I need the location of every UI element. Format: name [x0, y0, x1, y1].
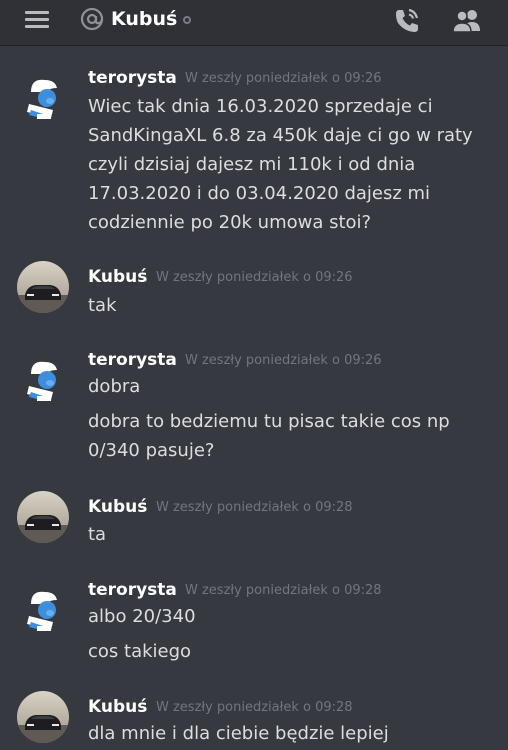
- message-author[interactable]: Kubuś: [88, 697, 147, 717]
- message-author[interactable]: terorysta: [88, 580, 177, 600]
- smurf-avatar[interactable]: [17, 74, 69, 126]
- car-avatar[interactable]: [17, 261, 69, 313]
- message-text: ta: [88, 524, 107, 545]
- members-icon[interactable]: [451, 7, 483, 35]
- smurf-avatar-image: [17, 586, 69, 638]
- message-timestamp: W zeszły poniedziałek o 09:26: [185, 71, 382, 86]
- message-text: 17.03.2020 i do 03.04.2020 dajesz mi: [88, 183, 431, 204]
- message-timestamp: W zeszły poniedziałek o 09:26: [156, 270, 353, 285]
- smurf-avatar-image: [17, 74, 69, 126]
- message-text: tak: [88, 295, 117, 316]
- chat-message: terorysta W zeszły poniedziałek o 09:28 …: [0, 580, 508, 670]
- chat-message: terorysta W zeszły poniedziałek o 09:26 …: [0, 68, 508, 238]
- message-text: dobra: [88, 376, 141, 397]
- car-avatar-image: [17, 261, 69, 313]
- message-timestamp: W zeszły poniedziałek o 09:26: [185, 353, 382, 368]
- message-author[interactable]: terorysta: [88, 350, 177, 370]
- message-text: dla mnie i dla ciebie będzie lepiej: [88, 723, 389, 744]
- channel-title: Kubuś: [111, 8, 178, 30]
- message-text: dobra to bedziemu tu pisac takie cos np: [88, 411, 450, 432]
- message-text: cos takiego: [88, 641, 192, 662]
- message-text: czyli dzisiaj dajesz mi 110k i od dnia: [88, 154, 416, 175]
- at-sign-icon: [80, 7, 104, 31]
- car-avatar-image: [17, 691, 69, 743]
- message-timestamp: W zeszły poniedziałek o 09:28: [156, 700, 353, 715]
- message-author[interactable]: Kubuś: [88, 497, 147, 517]
- message-text: Wiec tak dnia 16.03.2020 sprzedaje ci: [88, 96, 433, 117]
- chat-message: Kubuś W zeszły poniedziałek o 09:28 dla …: [0, 691, 508, 750]
- phone-call-icon[interactable]: [392, 6, 422, 36]
- smurf-avatar[interactable]: [17, 356, 69, 408]
- chat-message: Kubuś W zeszły poniedziałek o 09:26 tak: [0, 261, 508, 327]
- message-timestamp: W zeszły poniedziałek o 09:28: [156, 500, 353, 515]
- smurf-avatar[interactable]: [17, 586, 69, 638]
- channel-header: Kubuś: [0, 0, 508, 46]
- car-avatar[interactable]: [17, 491, 69, 543]
- car-avatar-image: [17, 491, 69, 543]
- car-avatar[interactable]: [17, 691, 69, 743]
- message-timestamp: W zeszły poniedziałek o 09:28: [185, 583, 382, 598]
- message-author[interactable]: Kubuś: [88, 267, 147, 287]
- message-text: codziennie po 20k umowa stoi?: [88, 212, 372, 233]
- chat-message: Kubuś W zeszły poniedziałek o 09:28 ta: [0, 491, 508, 557]
- chat-message: terorysta W zeszły poniedziałek o 09:26 …: [0, 350, 508, 470]
- message-text: albo 20/340: [88, 606, 196, 627]
- message-text: SandKingaXL 6.8 za 450k daje ci go w rat…: [88, 125, 473, 146]
- hamburger-menu-icon[interactable]: [25, 11, 49, 29]
- offline-status-icon: [183, 16, 191, 24]
- message-author[interactable]: terorysta: [88, 68, 177, 88]
- message-text: 0/340 pasuje?: [88, 440, 215, 461]
- smurf-avatar-image: [17, 356, 69, 408]
